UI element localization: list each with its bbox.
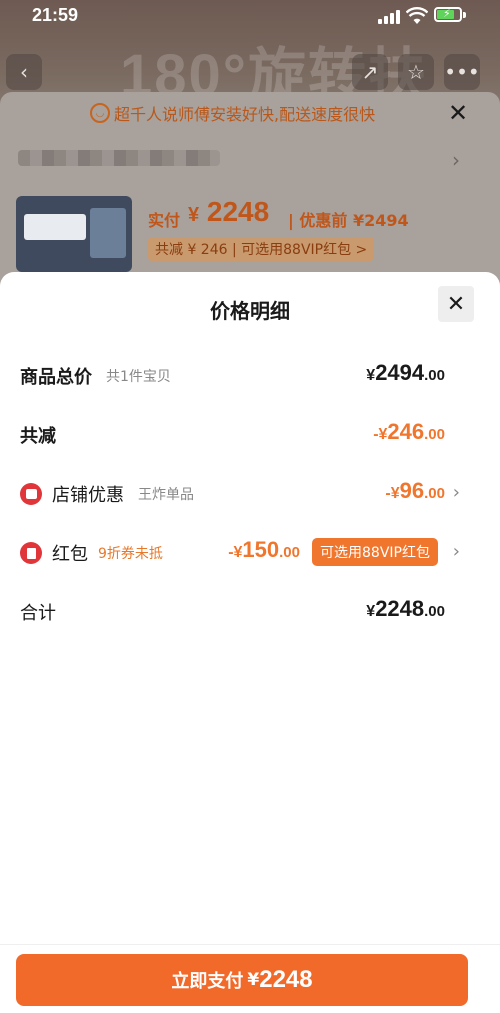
shop-coupon-icon bbox=[20, 483, 42, 505]
row-red-packet[interactable]: 红包 9折券未抵 -¥150.00 可选用88VIP红包 › bbox=[20, 535, 480, 569]
row-amount: ¥2248.00 bbox=[366, 596, 445, 621]
paid-amount: ¥ 2248 bbox=[188, 196, 270, 227]
pay-currency: ¥ bbox=[247, 970, 260, 990]
row-total-discount: 共减 -¥246.00 bbox=[20, 417, 480, 451]
close-sheet-button[interactable]: ✕ bbox=[438, 286, 474, 322]
discount-badge: 共减 ¥ 246 | 可选用88VIP红包 > bbox=[148, 237, 375, 261]
row-total-price: 商品总价 共1件宝贝 ¥2494.00 bbox=[20, 358, 480, 392]
red-packet-icon bbox=[20, 542, 42, 564]
address-blurred bbox=[18, 150, 220, 166]
row-grand-total: 合计 ¥2248.00 bbox=[20, 594, 480, 628]
wifi-icon bbox=[406, 7, 428, 24]
share-icon[interactable]: ↗ bbox=[352, 54, 388, 90]
row-sub: 王炸单品 bbox=[138, 487, 194, 503]
row-sub: 9折券未抵 bbox=[98, 546, 163, 562]
tip-text: 超千人说师傅安装好快,配送速度很快 bbox=[114, 105, 376, 124]
price-detail-sheet: 价格明细 ✕ 商品总价 共1件宝贝 ¥2494.00 共减 -¥246.00 店… bbox=[0, 272, 500, 1013]
battery-icon: ⚡ bbox=[434, 7, 462, 22]
row-label: 商品总价 bbox=[20, 367, 92, 388]
row-amount: -¥96.00 bbox=[385, 478, 445, 503]
status-time: 21:59 bbox=[32, 5, 79, 25]
product-thumbnail bbox=[16, 196, 132, 272]
row-label: 合计 bbox=[20, 603, 56, 624]
paid-label: 实付 bbox=[148, 211, 181, 230]
more-icon[interactable]: ••• bbox=[444, 54, 480, 90]
row-amount: ¥2494.00 bbox=[366, 360, 445, 385]
smile-icon: ◡ bbox=[90, 103, 110, 123]
row-amount: -¥150.00 bbox=[228, 537, 300, 562]
row-label: 红包 bbox=[52, 544, 88, 565]
original-price: | 优惠前 ¥2494 bbox=[288, 211, 409, 230]
cellular-signal-icon bbox=[378, 10, 400, 24]
pay-amount: 2248 bbox=[259, 966, 313, 993]
chevron-right-icon: › bbox=[452, 541, 460, 562]
chevron-right-icon: › bbox=[452, 482, 460, 503]
row-shop-discount[interactable]: 店铺优惠 王炸单品 -¥96.00 › bbox=[20, 476, 480, 510]
row-label: 共减 bbox=[20, 426, 56, 447]
status-bar: 21:59 ⚡ bbox=[0, 0, 500, 36]
close-icon: ✕ bbox=[446, 291, 466, 317]
close-icon[interactable]: ✕ bbox=[448, 99, 468, 127]
back-icon[interactable]: ‹ bbox=[6, 54, 42, 90]
vip-red-packet-badge[interactable]: 可选用88VIP红包 bbox=[312, 538, 438, 566]
row-amount: -¥246.00 bbox=[373, 419, 445, 444]
pay-label: 立即支付 bbox=[171, 971, 244, 992]
pay-now-button[interactable]: 立即支付 ¥ 2248 bbox=[16, 954, 468, 1006]
row-sub: 共1件宝贝 bbox=[106, 369, 171, 385]
footer-divider bbox=[0, 944, 500, 945]
star-icon[interactable]: ☆ bbox=[398, 54, 434, 90]
row-label: 店铺优惠 bbox=[52, 485, 124, 506]
sheet-title: 价格明细 bbox=[210, 299, 290, 323]
chevron-right-icon[interactable]: › bbox=[452, 148, 460, 172]
